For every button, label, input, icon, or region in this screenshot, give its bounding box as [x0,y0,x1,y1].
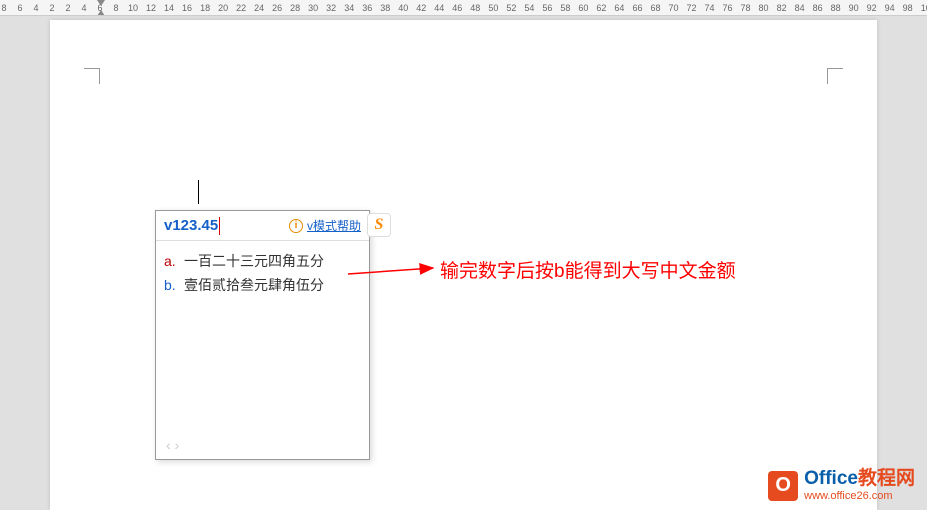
watermark-title: Office教程网 [804,469,915,490]
ime-cursor [219,217,220,235]
ime-candidate-list: a.一百二十三元四角五分b.壹佰贰拾叁元肆角伍分 [156,241,369,305]
help-link-label: v模式帮助 [307,217,361,234]
text-cursor [198,180,199,204]
ime-header: v123.45 i v模式帮助 S [156,211,369,241]
ime-help-link[interactable]: i v模式帮助 [289,217,361,234]
annotation-arrow-icon [348,258,438,278]
margin-corner-top-left [84,68,100,84]
tab-marker-icon[interactable] [97,0,105,6]
sogou-logo-icon: S [367,213,391,237]
ime-candidate-item[interactable]: a.一百二十三元四角五分 [164,249,361,273]
margin-corner-top-right [827,68,843,84]
ime-pager[interactable]: ‹ › [166,437,179,453]
info-icon: i [289,219,303,233]
ime-candidate-panel: v123.45 i v模式帮助 S a.一百二十三元四角五分b.壹佰贰拾叁元肆角… [155,210,370,460]
indent-marker-icon[interactable] [97,10,105,16]
annotation-text: 输完数字后按b能得到大写中文金额 [440,256,736,283]
office-logo-icon: O [768,471,798,501]
ime-candidate-item[interactable]: b.壹佰贰拾叁元肆角伍分 [164,273,361,297]
watermark: O Office教程网 www.office26.com [768,469,915,502]
ime-input-text: v123.45 [164,217,218,234]
watermark-url: www.office26.com [804,490,915,502]
horizontal-ruler: 8642 24681012141618202224262830323436384… [0,0,927,16]
